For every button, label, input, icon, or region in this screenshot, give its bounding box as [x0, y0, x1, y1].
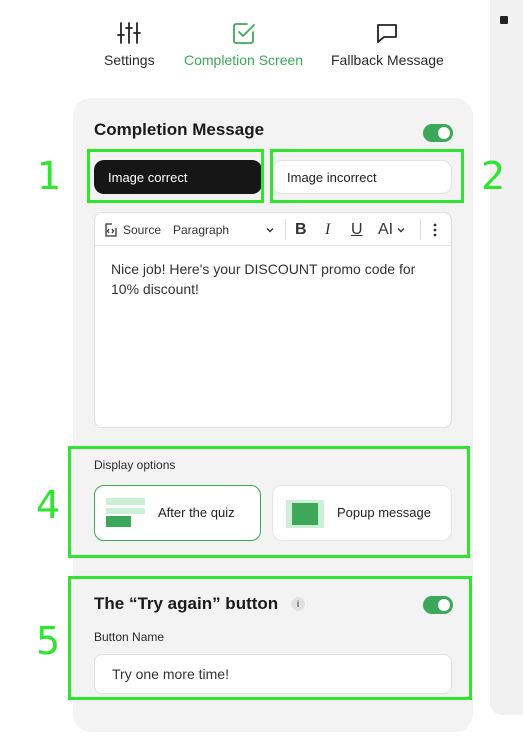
image-incorrect-button[interactable]: Image incorrect	[272, 160, 452, 194]
popup-icon	[286, 500, 324, 528]
image-correct-button[interactable]: Image correct	[94, 160, 262, 194]
display-options-label: Display options	[94, 458, 176, 472]
try-again-toggle[interactable]	[423, 596, 453, 614]
editor-toolbar: Source Paragraph B I U AI	[95, 213, 451, 246]
after-quiz-icon	[106, 498, 145, 527]
popup-message-label: Popup message	[337, 505, 431, 520]
completion-message-title: Completion Message	[94, 120, 265, 139]
source-button[interactable]: Source	[103, 213, 161, 246]
after-quiz-option[interactable]: After the quiz	[94, 485, 261, 541]
source-icon	[105, 222, 117, 237]
sidebar-icon	[500, 16, 508, 24]
sliders-icon	[117, 22, 142, 44]
after-quiz-label: After the quiz	[158, 505, 235, 520]
more-vertical-icon	[433, 223, 437, 236]
check-square-icon	[232, 23, 255, 44]
button-name-input[interactable]: Try one more time!	[94, 654, 452, 694]
chevron-down-icon	[397, 227, 405, 232]
annotation-number-1: 1	[37, 154, 62, 198]
chevron-down-icon	[266, 228, 274, 233]
bold-button[interactable]: B	[295, 213, 307, 246]
toolbar-divider	[420, 219, 421, 240]
completion-message-toggle[interactable]	[423, 124, 453, 142]
message-editor: Source Paragraph B I U AI Nice job! Here…	[94, 212, 452, 428]
underline-button[interactable]: U	[351, 213, 363, 246]
paragraph-label: Paragraph	[173, 222, 230, 237]
tab-fallback-message[interactable]: Fallback Message	[331, 20, 444, 68]
tab-fallback-label: Fallback Message	[331, 52, 444, 68]
button-name-label: Button Name	[94, 630, 165, 644]
annotation-number-4: 4	[36, 483, 61, 527]
try-again-title: The “Try again” button	[94, 594, 279, 613]
message-square-icon	[377, 24, 398, 43]
more-options-button[interactable]	[431, 213, 439, 246]
paragraph-select[interactable]: Paragraph	[173, 213, 275, 246]
editor-content[interactable]: Nice job! Here's your DISCOUNT promo cod…	[111, 259, 431, 299]
tab-settings-label: Settings	[104, 52, 155, 68]
ai-label: AI	[378, 220, 394, 238]
toolbar-divider	[285, 219, 286, 240]
annotation-number-5: 5	[36, 619, 61, 663]
tab-bar: Settings Completion Screen Fallback Mess…	[96, 20, 456, 75]
annotation-number-2: 2	[481, 154, 506, 198]
right-sidebar	[490, 0, 523, 715]
tab-completion-label: Completion Screen	[184, 52, 304, 68]
source-label: Source	[123, 222, 162, 237]
info-icon[interactable]: i	[291, 597, 305, 611]
tab-settings[interactable]: Settings	[104, 20, 155, 68]
popup-message-option[interactable]: Popup message	[272, 485, 452, 541]
tab-completion-screen[interactable]: Completion Screen	[184, 20, 303, 68]
italic-button[interactable]: I	[325, 213, 330, 246]
ai-button[interactable]: AI	[378, 213, 406, 246]
